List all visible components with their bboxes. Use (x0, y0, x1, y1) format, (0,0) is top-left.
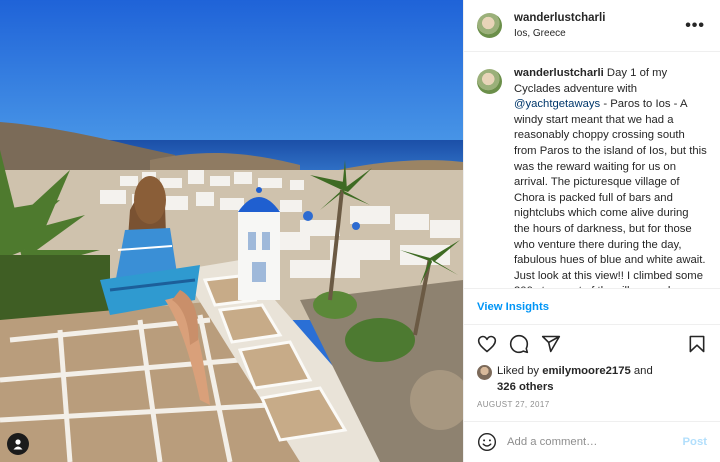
author-info: wanderlustcharli Ios, Greece (514, 10, 683, 42)
post-header: wanderlustcharli Ios, Greece ••• (464, 0, 720, 52)
likes-prefix: Liked by (497, 365, 543, 377)
more-options-icon[interactable]: ••• (683, 17, 707, 35)
post-location[interactable]: Ios, Greece (514, 26, 683, 42)
view-insights-link[interactable]: View Insights (464, 288, 720, 325)
comment-input[interactable] (507, 436, 683, 448)
tagged-users-button[interactable] (7, 433, 29, 455)
heart-icon[interactable] (476, 333, 498, 355)
caption: wanderlustcharli Day 1 of my Cyclades ad… (464, 66, 720, 288)
author-username[interactable]: wanderlustcharli (514, 10, 683, 26)
likes-text: Liked by emilymoore2175 and 326 others (497, 364, 653, 395)
liker-username[interactable]: emilymoore2175 (542, 365, 631, 377)
person-icon (13, 439, 23, 450)
post-details-panel: wanderlustcharli Ios, Greece ••• wanderl… (463, 0, 720, 462)
bookmark-icon[interactable] (686, 333, 708, 355)
photo-illustration (0, 0, 463, 462)
caption-text-after: - Paros to Ios - A windy start meant tha… (514, 98, 707, 288)
emoji-icon[interactable] (477, 432, 497, 452)
post-date[interactable]: AUGUST 27, 2017 (477, 400, 550, 409)
view-insights-label[interactable]: View Insights (477, 301, 549, 313)
post-modal: wanderlustcharli Ios, Greece ••• wanderl… (0, 0, 720, 462)
author-avatar[interactable] (477, 13, 502, 38)
likes-middle: and (630, 365, 653, 377)
post-photo[interactable] (0, 0, 463, 462)
comment-bar: Post (464, 421, 720, 462)
caption-username[interactable]: wanderlustcharli (514, 67, 604, 79)
comment-icon[interactable] (508, 333, 530, 355)
post-comment-button[interactable]: Post (683, 436, 707, 448)
caption-mention[interactable]: @yachtgetaways (514, 98, 600, 110)
share-icon[interactable] (540, 333, 562, 355)
action-bar (464, 330, 720, 358)
likes-summary: Liked by emilymoore2175 and 326 others (477, 364, 710, 395)
caption-text: wanderlustcharli Day 1 of my Cyclades ad… (514, 66, 707, 288)
liker-avatar[interactable] (477, 365, 492, 380)
caption-author-avatar[interactable] (477, 69, 502, 94)
likes-others-link[interactable]: 326 others (497, 381, 554, 393)
